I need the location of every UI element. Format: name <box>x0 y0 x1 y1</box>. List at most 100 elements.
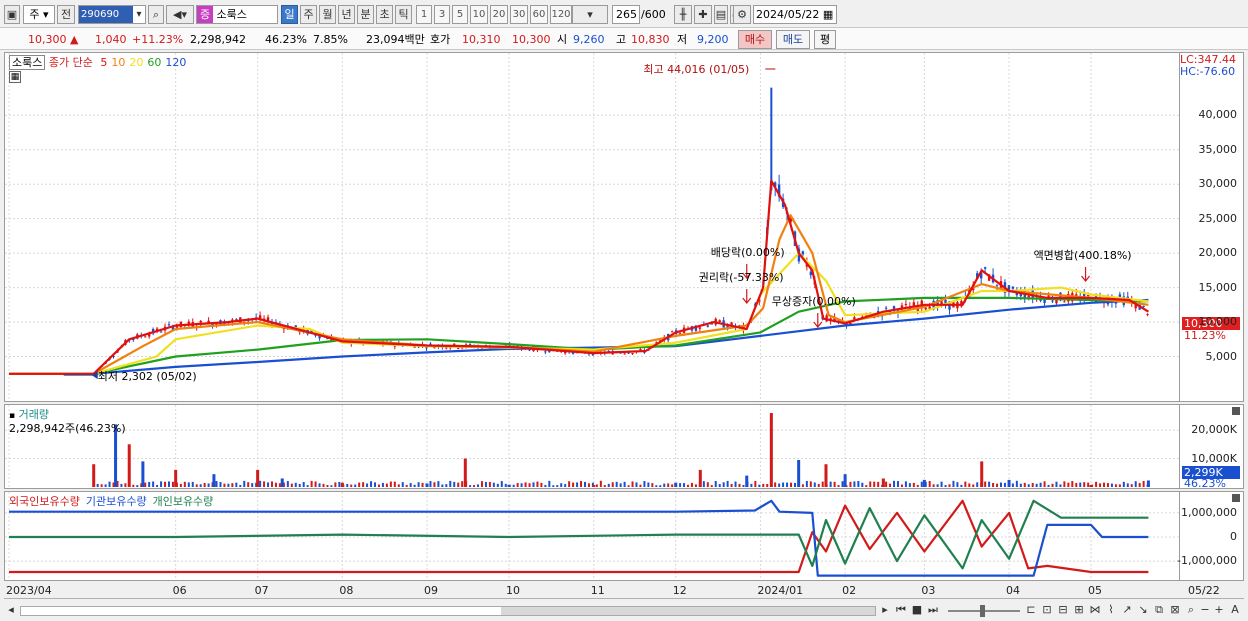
chevron-down-icon[interactable]: ▾ <box>133 6 145 23</box>
zoom-in-icon[interactable]: + <box>1212 603 1226 617</box>
volume-bar-12 <box>592 485 596 487</box>
interval-button-60[interactable]: 60 <box>530 5 548 24</box>
panel-close-icon[interactable] <box>1232 407 1240 415</box>
interval-button-1[interactable]: 1 <box>416 5 432 24</box>
zoom-slider-handle[interactable] <box>980 605 985 617</box>
volume-bar-minor-104 <box>504 483 507 487</box>
candles <box>92 87 1149 375</box>
volume-bar-minor-116 <box>552 485 555 487</box>
candle-body-232 <box>1011 286 1015 289</box>
interval-button-10[interactable]: 10 <box>470 5 488 24</box>
forward-icon[interactable]: ⏭ <box>926 603 940 617</box>
interval-dropdown[interactable]: ▾ <box>572 5 608 24</box>
period-button-1[interactable]: 주 <box>300 5 317 24</box>
market-select[interactable]: 주 ▾ <box>23 5 55 24</box>
holdings-legend-0[interactable]: 외국인보유수량 <box>9 495 80 508</box>
period-button-5[interactable]: 초 <box>376 5 393 24</box>
gear-icon[interactable]: ⚙ <box>733 5 751 24</box>
scrollbar-track[interactable] <box>20 606 876 616</box>
tool-icon-5[interactable]: ⋈ <box>1088 603 1102 617</box>
volume-bar-minor-108 <box>520 483 523 487</box>
stock-name-field[interactable]: 증 소룩스 <box>196 5 278 24</box>
period-button-4[interactable]: 분 <box>357 5 374 24</box>
candle-body-19 <box>167 324 171 326</box>
volume-bar-minor-111 <box>532 482 535 487</box>
speaker-icon[interactable]: ◀▾ <box>166 5 194 24</box>
volume-bar-minor-77 <box>397 484 400 487</box>
tool-icon-7[interactable]: ↗ <box>1120 603 1134 617</box>
interval-button-5[interactable]: 5 <box>452 5 468 24</box>
open-price: 9,260 <box>573 33 605 46</box>
period-button-3[interactable]: 년 <box>338 5 355 24</box>
prev-button[interactable]: 전 <box>57 5 75 24</box>
period-button-2[interactable]: 월 <box>319 5 336 24</box>
interval-button-120[interactable]: 120 <box>550 5 572 24</box>
buy-button[interactable]: 매수 <box>738 30 772 49</box>
date-field[interactable]: 2024/05/22 ▦ <box>753 5 837 24</box>
zoom-slider[interactable] <box>948 605 1020 617</box>
tool-icon-10[interactable]: ⊠ <box>1168 603 1182 617</box>
volume-bar-minor-156 <box>710 485 713 487</box>
volume-bar-minor-173 <box>778 483 781 487</box>
holdings-legend-1[interactable]: 기관보유수량 <box>86 495 147 508</box>
tool-icon-4[interactable]: ⊞ <box>1072 603 1086 617</box>
interval-button-20[interactable]: 20 <box>490 5 508 24</box>
tool-icon-9[interactable]: ⧉ <box>1152 603 1166 617</box>
tool-icon-1[interactable]: ⊏ <box>1024 603 1038 617</box>
candle-body-17 <box>159 331 163 333</box>
legend-ma-20[interactable]: 20 <box>129 56 143 69</box>
window-icon[interactable]: ▣ <box>4 5 20 24</box>
count-input[interactable]: 265 <box>612 5 640 24</box>
tool-icon-3[interactable]: ⊟ <box>1056 603 1070 617</box>
current-price: 10,300 ▲ <box>28 32 78 48</box>
volume-bar-minor-161 <box>730 484 733 487</box>
stop-icon[interactable]: ■ <box>910 603 924 617</box>
legend-stock-name[interactable]: 소룩스 <box>9 55 46 70</box>
grid-icon[interactable]: ▦ <box>9 71 21 83</box>
candle-body-158 <box>718 320 721 322</box>
holdings-legend-2[interactable]: 개인보유수량 <box>153 495 214 508</box>
scroll-left-icon[interactable]: ◂ <box>4 603 18 617</box>
tool-icon-8[interactable]: ↘ <box>1136 603 1150 617</box>
legend-ma-120[interactable]: 120 <box>165 56 186 69</box>
scrollbar-thumb[interactable] <box>501 607 875 615</box>
save-icon[interactable]: ▤ <box>714 5 728 24</box>
interval-button-3[interactable]: 3 <box>434 5 450 24</box>
volume-bar-20 <box>881 478 885 487</box>
scroll-right-icon[interactable]: ▸ <box>878 603 892 617</box>
tool-icon-6[interactable]: ⌇ <box>1104 603 1118 617</box>
zoom-search-icon[interactable]: ⌕ <box>1184 603 1198 617</box>
period-button-0[interactable]: 일 <box>281 5 298 24</box>
volume-bar-minor-158 <box>718 484 721 487</box>
crosshair-icon[interactable]: ✚ <box>694 5 712 24</box>
stock-code-input[interactable]: 290690 ▾ <box>78 5 146 24</box>
zoom-out-icon[interactable]: − <box>1198 603 1212 617</box>
volume-bar-minor-124 <box>583 481 586 487</box>
search-icon[interactable]: ⌕ <box>148 5 164 24</box>
legend-ma-60[interactable]: 60 <box>147 56 161 69</box>
period-button-6[interactable]: 틱 <box>395 5 412 24</box>
volume-bar-17 <box>797 459 801 487</box>
volume-panel[interactable]: ▪ 거래량 2,298,942주(46.23%) <box>4 404 1180 489</box>
volume-bar-minor-244 <box>1059 484 1062 487</box>
sell-button[interactable]: 매도 <box>776 30 810 49</box>
tool-icon-2[interactable]: ⊡ <box>1040 603 1054 617</box>
volume-bar-minor-219 <box>960 484 963 487</box>
price-chart[interactable]: 최고 44,016 (01/05) 최저 2,302 (05/02) 배당락(0.0… <box>5 53 1179 401</box>
price-panel[interactable]: 최고 44,016 (01/05) 최저 2,302 (05/02) 배당락(0.0… <box>4 52 1180 402</box>
interval-button-30[interactable]: 30 <box>510 5 528 24</box>
candle-icon[interactable]: ╫ <box>674 5 692 24</box>
calendar-icon[interactable]: ▦ <box>823 8 833 21</box>
text-tool-icon[interactable]: A <box>1228 603 1242 617</box>
panel-close-icon-2[interactable] <box>1232 494 1240 502</box>
legend-ma-10[interactable]: 10 <box>111 56 125 69</box>
low-label: 저 <box>677 33 688 46</box>
eval-button[interactable]: 평 <box>814 30 836 49</box>
holdings-legend: 외국인보유수량 기관보유수량 개인보유수량 <box>9 493 219 509</box>
holdings-panel[interactable]: 외국인보유수량 기관보유수량 개인보유수량 <box>4 491 1180 581</box>
volume-bar-minor-20 <box>171 481 174 487</box>
legend-ma-5[interactable]: 5 <box>100 56 107 69</box>
volume-bar-minor-46 <box>274 482 277 487</box>
volume-chart[interactable] <box>5 405 1179 488</box>
rewind-icon[interactable]: ⏮ <box>894 603 908 617</box>
